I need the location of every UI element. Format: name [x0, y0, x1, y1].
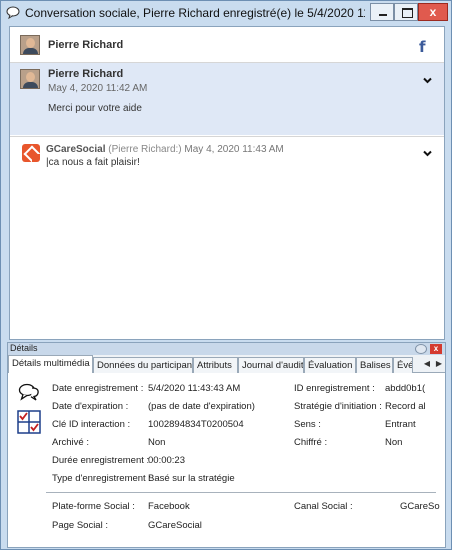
tab-scroll-right-icon[interactable]: ▶	[433, 357, 445, 371]
message-text: |ca nous a fait plaisir!	[46, 157, 140, 168]
page-value: GCareSocial	[148, 520, 202, 531]
sens-value: Entrant	[385, 419, 416, 430]
tab-attributs[interactable]: Attributs	[193, 357, 238, 373]
cle-id-label: Clé ID interaction :	[52, 419, 131, 430]
archive-label: Archivé :	[52, 437, 89, 448]
participant-name: Pierre Richard	[48, 39, 124, 51]
chat-bubble-icon	[6, 6, 20, 19]
page-label: Page Social :	[52, 520, 108, 531]
gcaresocial-logo-icon	[22, 144, 40, 162]
details-title: Détails	[10, 343, 38, 353]
id-enregistrement-label: ID enregistrement :	[294, 383, 375, 394]
type-label: Type d'enregistrement :	[52, 473, 151, 484]
message-author: GCareSocial	[46, 144, 106, 155]
plateforme-value: Facebook	[148, 501, 190, 512]
date-enregistrement-value: 5/4/2020 11:43:43 AM	[148, 383, 241, 394]
window-title: Conversation sociale, Pierre Richard enr…	[25, 6, 365, 20]
message-date: May 4, 2020 11:42 AM	[48, 83, 148, 94]
strategie-label: Stratégie d'initiation :	[294, 401, 382, 412]
conversation-pane: Pierre Richard f Pierre Richard May 4, 2…	[9, 26, 445, 340]
title-bar: Conversation sociale, Pierre Richard enr…	[1, 1, 451, 25]
conversation-header: Pierre Richard f	[10, 27, 444, 63]
message-date: May 4, 2020 11:43 AM	[184, 144, 284, 155]
duree-label: Durée enregistrement :	[52, 455, 150, 466]
pin-icon[interactable]	[415, 344, 427, 354]
chiffre-label: Chiffré :	[294, 437, 328, 448]
details-header: Détails x	[8, 343, 445, 355]
duree-value: 00:00:23	[148, 455, 185, 466]
date-expiration-value: (pas de date d'expiration)	[148, 401, 255, 412]
sens-label: Sens :	[294, 419, 321, 430]
strategie-value: Record al	[385, 401, 426, 412]
plateforme-label: Plate-forme Social :	[52, 501, 135, 512]
type-value: Basé sur la stratégie	[148, 473, 235, 484]
close-button[interactable]: x	[418, 3, 448, 21]
list-item[interactable]: Pierre Richard May 4, 2020 11:42 AM Merc…	[10, 63, 444, 135]
checklist-icon	[17, 410, 41, 434]
conversation-icon	[18, 383, 39, 401]
canal-value: GCareSo	[400, 501, 440, 512]
details-tabs: Détails multimédia Données du participan…	[8, 355, 445, 373]
message-author: Pierre Richard	[48, 68, 124, 80]
chevron-down-icon[interactable]	[423, 149, 432, 158]
cle-id-value: 1002894834T0200504	[148, 419, 244, 430]
chevron-down-icon[interactable]	[423, 76, 432, 85]
tab-evaluation[interactable]: Évaluation	[304, 357, 356, 373]
tab-evenements[interactable]: Évé	[393, 357, 413, 373]
date-expiration-label: Date d'expiration :	[52, 401, 129, 412]
archive-value: Non	[148, 437, 166, 448]
list-item[interactable]: GCareSocial (Pierre Richard:) May 4, 202…	[10, 139, 444, 189]
divider	[10, 136, 444, 137]
divider	[46, 492, 436, 493]
message-author-alias: (Pierre Richard:)	[108, 144, 182, 155]
tab-balises[interactable]: Balises	[356, 357, 393, 373]
tab-journal-audit[interactable]: Journal d'audit	[238, 357, 304, 373]
avatar	[20, 35, 40, 55]
canal-label: Canal Social :	[294, 501, 353, 512]
facebook-icon: f	[419, 38, 426, 56]
tab-scroll-left-icon[interactable]: ◀	[421, 357, 433, 371]
avatar	[20, 69, 40, 89]
close-icon[interactable]: x	[430, 344, 442, 354]
date-enregistrement-label: Date enregistrement :	[52, 383, 144, 394]
message-text: Merci pour votre aide	[48, 103, 142, 114]
chiffre-value: Non	[385, 437, 403, 448]
close-icon: x	[429, 5, 437, 19]
tab-donnees-participant[interactable]: Données du participant	[93, 357, 193, 373]
maximize-button[interactable]	[394, 3, 418, 21]
id-enregistrement-value: abdd0b1(	[385, 383, 426, 394]
tab-details-multimedia[interactable]: Détails multimédia	[8, 355, 93, 373]
minimize-button[interactable]	[370, 3, 394, 21]
details-body: Date enregistrement : 5/4/2020 11:43:43 …	[8, 374, 445, 547]
details-panel: Détails x Détails multimédia Données du …	[7, 342, 446, 548]
conversation-window: Conversation sociale, Pierre Richard enr…	[0, 0, 452, 550]
message-header: GCareSocial (Pierre Richard:) May 4, 202…	[46, 144, 284, 155]
